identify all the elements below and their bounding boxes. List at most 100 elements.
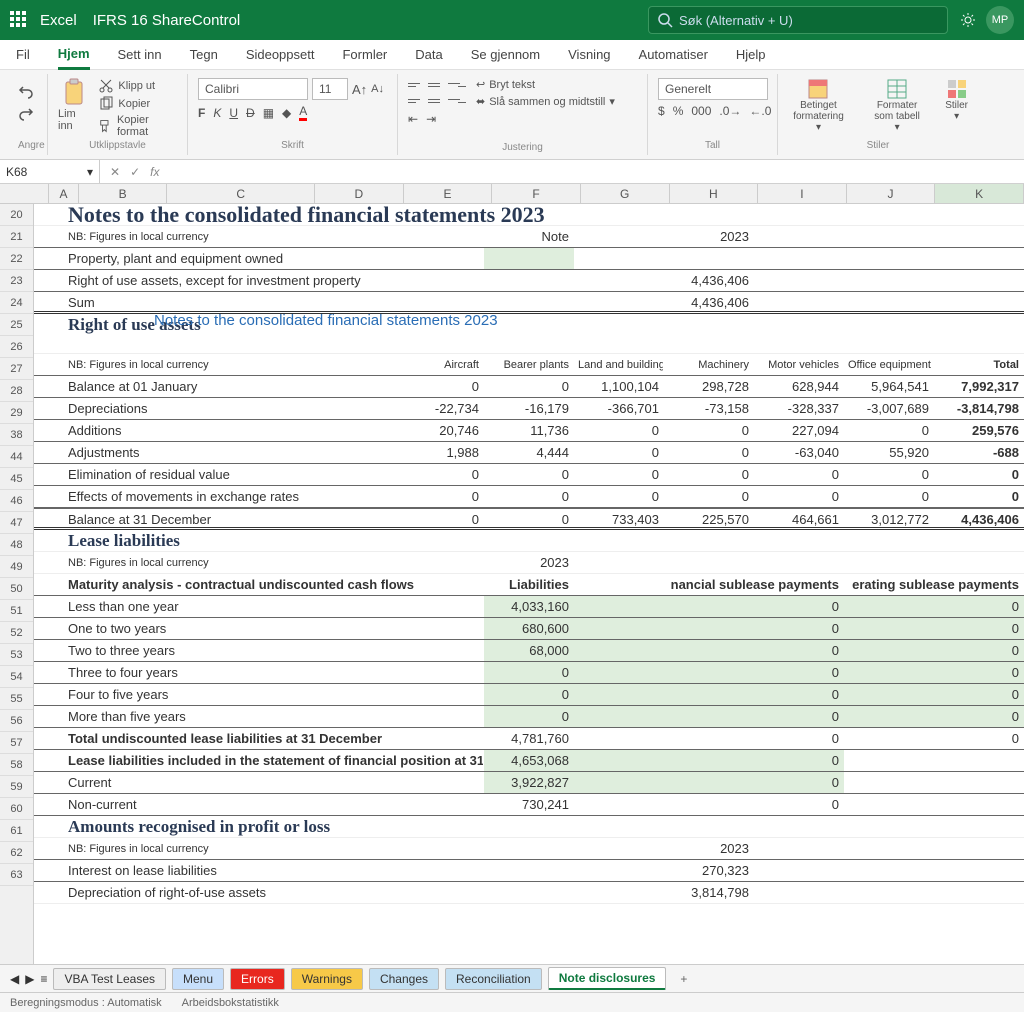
cell[interactable] xyxy=(664,552,754,573)
cell[interactable]: Machinery xyxy=(664,354,754,375)
fx-icon[interactable]: fx xyxy=(150,165,159,179)
sheet-tab-changes[interactable]: Changes xyxy=(369,968,439,990)
menu-sett inn[interactable]: Sett inn xyxy=(118,41,162,68)
cell[interactable] xyxy=(844,794,934,815)
cell[interactable]: Interest on lease liabilities xyxy=(64,860,664,881)
copy-button[interactable]: Kopier xyxy=(98,96,177,112)
row-55[interactable]: 55 xyxy=(0,688,33,710)
cell[interactable] xyxy=(664,706,754,727)
cell[interactable] xyxy=(574,248,664,269)
percent-icon[interactable]: % xyxy=(673,104,684,118)
cell[interactable] xyxy=(34,398,64,419)
cell[interactable]: Depreciation of right-of-use assets xyxy=(64,882,664,903)
format-painter-button[interactable]: Kopier format xyxy=(98,114,177,138)
cell[interactable]: Effects of movements in exchange rates xyxy=(64,486,394,507)
cell[interactable]: 0 xyxy=(484,376,574,397)
cell[interactable]: 0 xyxy=(394,486,484,507)
cell[interactable] xyxy=(574,640,664,661)
cell[interactable]: nancial sublease payments xyxy=(574,574,844,595)
cell[interactable]: 0 xyxy=(484,464,574,485)
cell[interactable] xyxy=(754,292,844,311)
cell[interactable]: -63,040 xyxy=(754,442,844,463)
cell[interactable]: One to two years xyxy=(64,618,484,639)
undo-icon[interactable] xyxy=(18,84,34,100)
row-53[interactable]: 53 xyxy=(0,644,33,666)
shrink-font-icon[interactable]: A↓ xyxy=(371,83,384,95)
indent-inc-icon[interactable]: ⇥ xyxy=(426,112,436,126)
dec-decimal-icon[interactable]: ←.0 xyxy=(749,104,771,118)
cell[interactable]: 270,323 xyxy=(664,860,754,881)
menu-fil[interactable]: Fil xyxy=(16,41,30,68)
row-59[interactable]: 59 xyxy=(0,776,33,798)
cell[interactable]: 2023 xyxy=(664,226,754,247)
cell[interactable]: 4,436,406 xyxy=(664,270,754,291)
cell[interactable]: 7,992,317 xyxy=(934,376,1024,397)
cell[interactable]: 0 xyxy=(934,618,1024,639)
paste-button[interactable]: Lim inn xyxy=(58,78,90,138)
cell[interactable] xyxy=(34,640,64,661)
cell[interactable]: 0 xyxy=(574,442,664,463)
cell[interactable]: Bearer plants xyxy=(484,354,574,375)
cell[interactable] xyxy=(34,772,64,793)
cell[interactable] xyxy=(664,662,754,683)
cell[interactable]: 2023 xyxy=(484,552,574,573)
strike-button[interactable]: D xyxy=(246,106,255,120)
cell[interactable] xyxy=(934,794,1024,815)
cell[interactable]: 733,403 xyxy=(574,509,664,527)
cell[interactable]: 0 xyxy=(574,464,664,485)
cell[interactable] xyxy=(484,270,574,291)
underline-button[interactable]: U xyxy=(229,106,238,120)
col-A[interactable]: A xyxy=(49,184,79,203)
cell[interactable]: 0 xyxy=(844,420,934,441)
col-I[interactable]: I xyxy=(758,184,847,203)
cell[interactable]: 225,570 xyxy=(664,509,754,527)
cell[interactable] xyxy=(754,226,844,247)
cell[interactable]: -328,337 xyxy=(754,398,844,419)
menu-data[interactable]: Data xyxy=(415,41,442,68)
menu-sideoppsett[interactable]: Sideoppsett xyxy=(246,41,315,68)
cell[interactable] xyxy=(34,662,64,683)
cell[interactable] xyxy=(844,270,934,291)
cell[interactable]: NB: Figures in local currency xyxy=(64,552,484,573)
cell[interactable]: Depreciations xyxy=(64,398,394,419)
cell[interactable]: Property, plant and equipment owned xyxy=(64,248,484,269)
cell[interactable] xyxy=(844,226,934,247)
cell[interactable]: Four to five years xyxy=(64,684,484,705)
cell[interactable] xyxy=(484,292,574,311)
cell[interactable] xyxy=(844,596,934,617)
cell[interactable]: Less than one year xyxy=(64,596,484,617)
cell[interactable]: 55,920 xyxy=(844,442,934,463)
cell[interactable] xyxy=(34,204,64,225)
cell[interactable]: 0 xyxy=(484,662,574,683)
cell[interactable] xyxy=(574,772,664,793)
bold-button[interactable]: F xyxy=(198,106,205,120)
cell[interactable]: 0 xyxy=(484,486,574,507)
col-G[interactable]: G xyxy=(581,184,670,203)
cell[interactable] xyxy=(934,552,1024,573)
cell[interactable] xyxy=(34,728,64,749)
row-56[interactable]: 56 xyxy=(0,710,33,732)
cell[interactable] xyxy=(844,750,934,771)
font-select[interactable]: Calibri xyxy=(198,78,308,100)
cell[interactable] xyxy=(844,838,934,859)
row-20[interactable]: 20 xyxy=(0,204,33,226)
cell[interactable] xyxy=(34,486,64,507)
cell[interactable] xyxy=(664,750,754,771)
cell[interactable] xyxy=(664,248,754,269)
row-51[interactable]: 51 xyxy=(0,600,33,622)
row-26[interactable]: 26 xyxy=(0,336,33,358)
cell[interactable] xyxy=(574,728,664,749)
col-E[interactable]: E xyxy=(404,184,493,203)
row-46[interactable]: 46 xyxy=(0,490,33,512)
cell[interactable]: 0 xyxy=(754,640,844,661)
avatar[interactable]: MP xyxy=(986,6,1014,34)
cell[interactable] xyxy=(754,882,844,903)
cell[interactable]: 0 xyxy=(934,662,1024,683)
wrap-text-button[interactable]: ↩Bryt tekst xyxy=(476,78,615,91)
cell[interactable]: Lease liabilities xyxy=(64,530,1024,551)
cell[interactable]: Additions xyxy=(64,420,394,441)
row-48[interactable]: 48 xyxy=(0,534,33,556)
cell[interactable] xyxy=(34,354,64,375)
cell[interactable] xyxy=(844,728,934,749)
cell[interactable]: Lease liabilities included in the statem… xyxy=(64,750,484,771)
